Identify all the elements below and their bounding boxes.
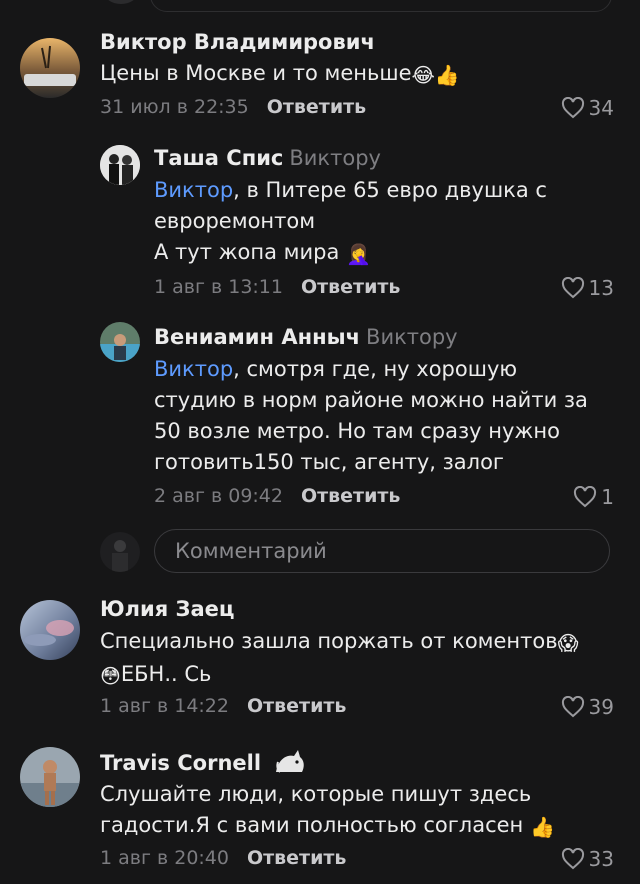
author-name[interactable]: Вениамин Анныч Виктору [154, 325, 458, 349]
reply-to-label: Виктору [289, 146, 381, 170]
like-count: 1 [601, 485, 614, 509]
comment-line: гадости.Я с вами полностью согласен [100, 813, 524, 837]
previous-composer-edge [150, 0, 612, 12]
comment-line: готовить150 тыс, агенту, залог [154, 450, 504, 474]
author-name[interactable]: Travis Cornell [100, 746, 308, 776]
reply-to-label: Виктору [366, 325, 458, 349]
timestamp: 31 июл в 22:35 [100, 96, 249, 118]
timestamp: 2 авг в 09:42 [154, 485, 283, 507]
comment-text: Виктор, в Питере 65 евро двушка с евроре… [154, 175, 610, 270]
comment-meta: 1 авг в 13:11 Ответить [154, 276, 400, 298]
like-button[interactable]: 33 [561, 847, 614, 871]
comment-meta: 1 авг в 20:40 Ответить [100, 847, 346, 869]
author-name-text: Travis Cornell [100, 751, 262, 775]
comment-meta: 1 авг в 14:22 Ответить [100, 695, 346, 717]
reply-button[interactable]: Ответить [267, 96, 366, 118]
avatar[interactable] [100, 322, 140, 362]
comment-line: Специально зашла поржать от коментов [100, 629, 558, 653]
comment-text-content: Цены в Москве и то меньше [100, 61, 412, 85]
timestamp: 1 авг в 20:40 [100, 847, 229, 869]
like-count: 34 [588, 96, 614, 120]
comment-meta: 31 июл в 22:35 Ответить [100, 96, 366, 118]
heart-icon [561, 696, 584, 718]
timestamp: 1 авг в 13:11 [154, 276, 283, 298]
like-count: 39 [588, 695, 614, 719]
mention-link[interactable]: Виктор [154, 357, 233, 381]
like-count: 33 [588, 847, 614, 871]
scream-emoji: 😱 [557, 631, 579, 655]
heart-icon [561, 277, 584, 299]
flushed-emoji: 😳 [100, 664, 121, 688]
cat-sticker-icon [276, 750, 305, 773]
current-user-avatar [100, 532, 140, 572]
comment-input-placeholder: Комментарий [175, 539, 327, 563]
avatar[interactable] [100, 145, 140, 185]
reply-button[interactable]: Ответить [301, 485, 400, 507]
heart-icon [561, 97, 584, 119]
author-name[interactable]: Виктор Владимирович [100, 30, 375, 54]
reply-button[interactable]: Ответить [247, 695, 346, 717]
facepalm-emoji: 🤦‍♀️ [346, 242, 371, 266]
mention-link[interactable]: Виктор [154, 178, 233, 202]
reply-button[interactable]: Ответить [247, 847, 346, 869]
comment-meta: 2 авг в 09:42 Ответить [154, 485, 400, 507]
heart-icon [574, 486, 597, 508]
like-button[interactable]: 13 [561, 276, 614, 300]
thumbs-up-emoji: 👍 [529, 815, 555, 839]
timestamp: 1 авг в 14:22 [100, 695, 229, 717]
comment-text: Виктор, смотря где, ну хорошую студию в … [154, 354, 610, 478]
like-button[interactable]: 34 [561, 96, 614, 120]
previous-avatar-edge [104, 0, 138, 4]
author-name-text: Таша Спис [154, 146, 284, 170]
comment-line: , смотря где, ну хорошую [233, 357, 518, 381]
comment-line: , в Питере 65 евро двушка с [233, 178, 547, 202]
avatar[interactable] [20, 38, 80, 98]
like-count: 13 [588, 276, 614, 300]
laugh-thumbs-emoji: 😂👍 [411, 63, 460, 87]
comment-input[interactable]: Комментарий [154, 529, 610, 573]
reply-button[interactable]: Ответить [301, 276, 400, 298]
comment-line: евроремонтом [154, 209, 316, 233]
avatar[interactable] [20, 600, 80, 660]
author-name[interactable]: Таша Спис Виктору [154, 146, 381, 170]
author-name-text: Вениамин Анныч [154, 325, 361, 349]
author-name[interactable]: Юлия Заец [100, 597, 234, 621]
comment-text: Слушайте люди, которые пишут здесь гадос… [100, 779, 610, 843]
heart-icon [561, 848, 584, 870]
comment-line: студию в норм районе можно найти за [154, 388, 588, 412]
comment-line: А тут жопа мира [154, 240, 340, 264]
comment-text: Специально зашла поржать от коментов😱 😳Е… [100, 626, 610, 692]
like-button[interactable]: 39 [561, 695, 614, 719]
like-button[interactable]: 1 [573, 485, 614, 509]
comment-line: Слушайте люди, которые пишут здесь [100, 782, 532, 806]
comment-text: Цены в Москве и то меньше😂👍 [100, 58, 610, 91]
comment-line: ЕБН.. Сь [120, 662, 212, 686]
comment-line: 50 возле метро. Но там сразу нужно [154, 419, 560, 443]
avatar[interactable] [20, 747, 80, 807]
